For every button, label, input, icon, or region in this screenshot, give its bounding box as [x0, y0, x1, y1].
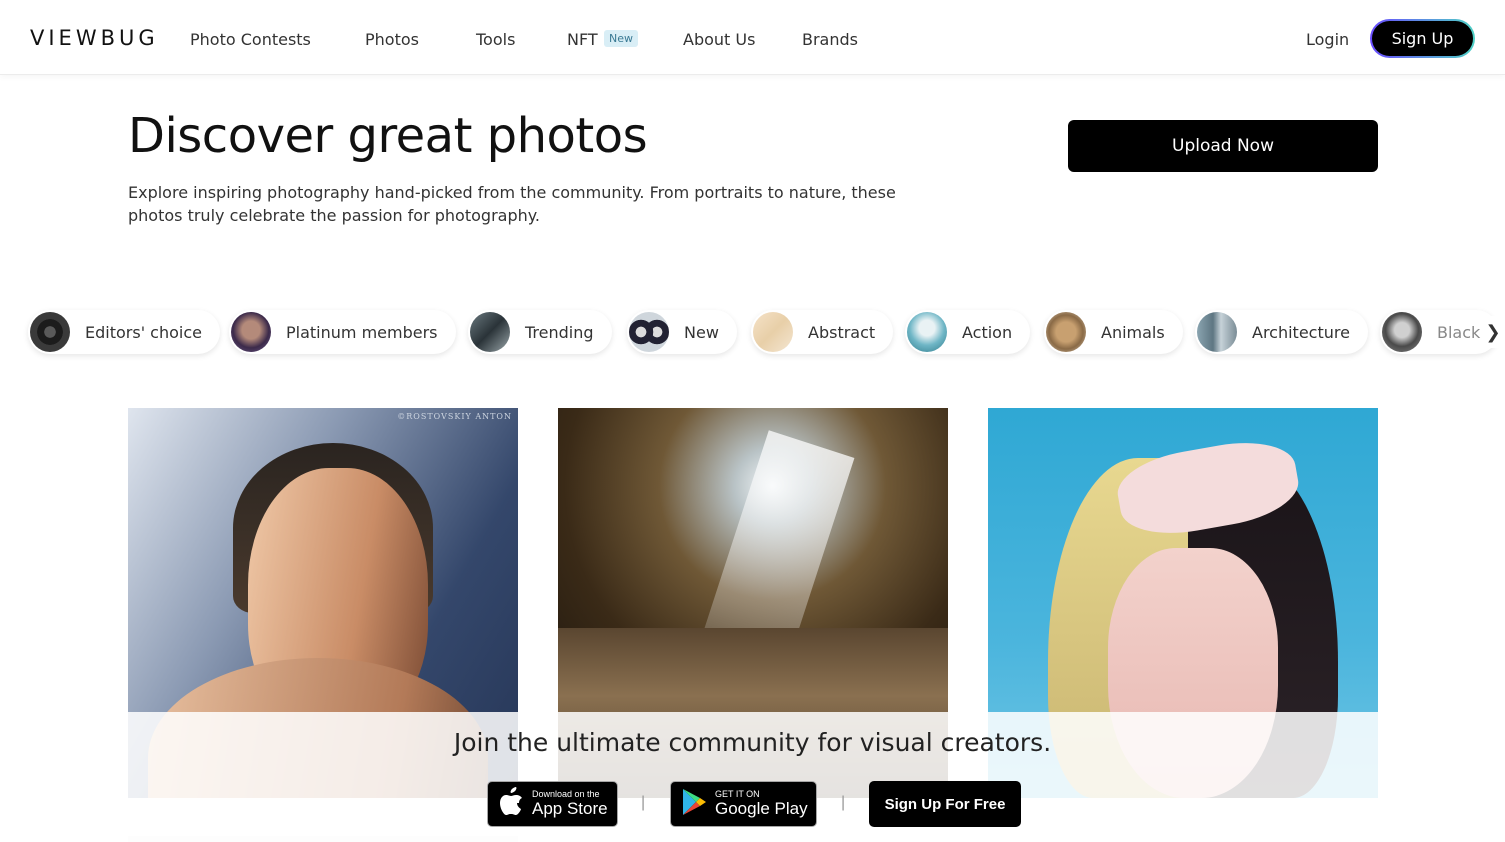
nav-photo-contests[interactable]: Photo Contests: [190, 30, 311, 49]
category-label: Platinum members: [286, 322, 438, 342]
photo-watermark: ©ROSTOVSKIY ANTON: [397, 412, 512, 421]
nav-brands[interactable]: Brands: [802, 30, 858, 49]
category-label: Architecture: [1252, 322, 1350, 342]
category-trending[interactable]: Trending: [468, 310, 612, 354]
google-play-text: GET IT ON Google Play: [715, 789, 808, 818]
category-new[interactable]: New: [627, 310, 737, 354]
nav-nft[interactable]: NFT: [567, 30, 598, 49]
google-play-icon: [681, 788, 707, 821]
category-chips: Editors' choice Platinum members Trendin…: [0, 305, 1505, 365]
category-label: Abstract: [808, 322, 876, 342]
sign-up-button[interactable]: Sign Up: [1370, 19, 1475, 58]
category-label: Animals: [1101, 322, 1165, 342]
nav-tools[interactable]: Tools: [476, 30, 515, 49]
category-thumb: [231, 312, 271, 352]
category-label: Action: [962, 322, 1013, 342]
app-store-big: App Store: [532, 798, 608, 818]
category-abstract[interactable]: Abstract: [751, 310, 894, 354]
login-link[interactable]: Login: [1306, 30, 1349, 49]
sign-up-for-free-button[interactable]: Sign Up For Free: [869, 781, 1021, 827]
app-store-text: Download on the App Store: [532, 789, 608, 818]
google-play-button[interactable]: GET IT ON Google Play: [670, 781, 817, 827]
category-thumb: [1197, 312, 1237, 352]
category-thumb: [907, 312, 947, 352]
google-play-big: Google Play: [715, 798, 808, 818]
upload-now-button[interactable]: Upload Now: [1068, 120, 1378, 172]
page-title: Discover great photos: [128, 108, 648, 164]
join-title: Join the ultimate community for visual c…: [453, 728, 1052, 757]
category-editors-choice[interactable]: Editors' choice: [28, 310, 220, 354]
nft-new-badge: New: [604, 30, 638, 47]
apple-icon: [498, 786, 524, 822]
viewbug-logo[interactable]: VIEWBUG: [30, 26, 159, 50]
category-thumb: [30, 312, 70, 352]
separator: |: [841, 794, 846, 811]
category-thumb: [753, 312, 793, 352]
category-label: Black: [1437, 322, 1481, 342]
category-action[interactable]: Action: [905, 310, 1031, 354]
page-description: Explore inspiring photography hand-picke…: [128, 183, 896, 225]
category-thumb: [1382, 312, 1422, 352]
category-architecture[interactable]: Architecture: [1195, 310, 1368, 354]
nav-photos[interactable]: Photos: [365, 30, 419, 49]
category-animals[interactable]: Animals: [1044, 310, 1183, 354]
separator: |: [641, 794, 646, 811]
top-header: VIEWBUG Photo Contests Photos Tools NFT …: [0, 0, 1505, 75]
category-label: Editors' choice: [85, 322, 202, 342]
app-store-button[interactable]: Download on the App Store: [487, 781, 618, 827]
chevron-right-icon[interactable]: ❯: [1482, 316, 1504, 348]
category-platinum-members[interactable]: Platinum members: [229, 310, 456, 354]
category-black[interactable]: Black: [1380, 310, 1499, 354]
category-thumb: [470, 312, 510, 352]
category-thumb: [629, 312, 669, 352]
category-label: Trending: [525, 322, 594, 342]
category-label: New: [684, 322, 719, 342]
nav-about-us[interactable]: About Us: [683, 30, 755, 49]
category-thumb: [1046, 312, 1086, 352]
